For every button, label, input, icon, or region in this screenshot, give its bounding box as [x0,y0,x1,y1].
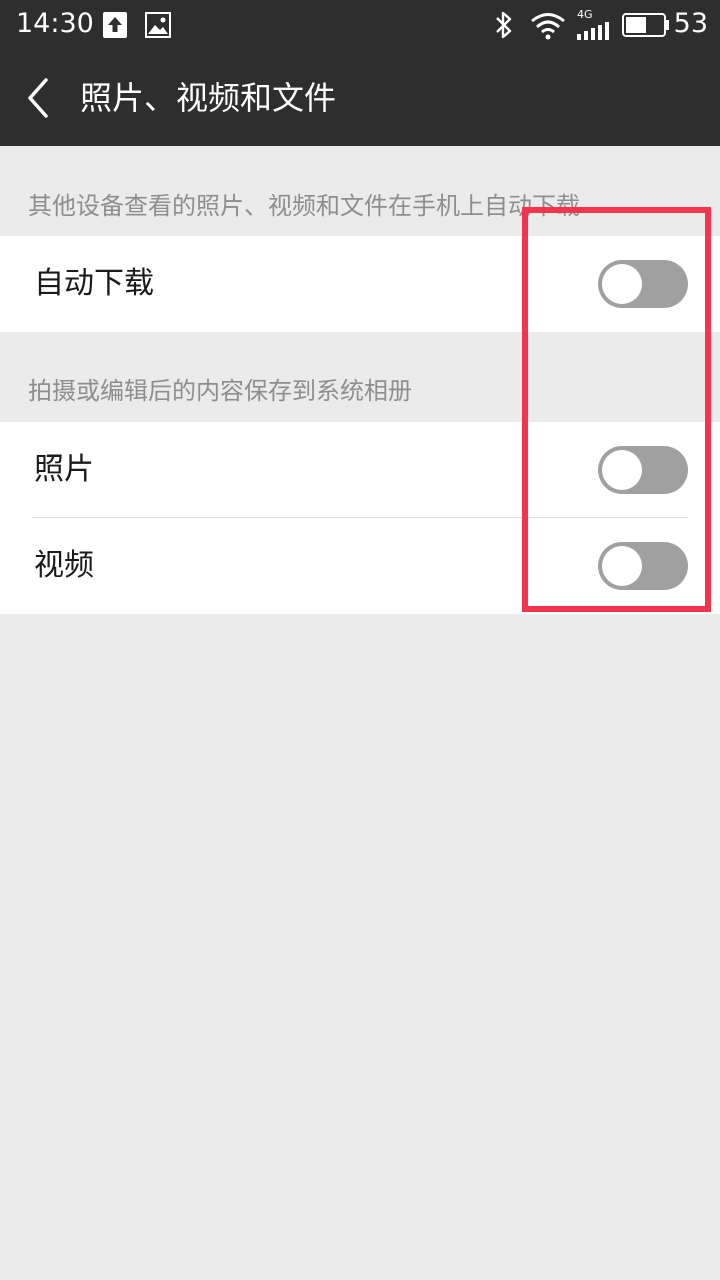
signal-icon [577,22,609,40]
chevron-left-icon [28,78,48,118]
videos-row[interactable]: 视频 [0,518,720,614]
auto-download-toggle[interactable] [598,260,688,308]
auto-download-row[interactable]: 自动下载 [0,236,720,332]
wifi-icon [531,13,565,40]
battery-level: 53 [673,8,708,39]
app-bar: 照片、视频和文件 [0,50,720,146]
network-type: 4G [577,8,593,21]
battery-icon [622,13,669,37]
toggle-knob [602,546,642,586]
upload-icon [103,12,127,38]
status-time: 14:30 [16,8,94,39]
photos-toggle[interactable] [598,446,688,494]
toggle-knob [602,450,642,490]
bluetooth-icon [496,11,512,39]
auto-download-group: 自动下载 [0,236,720,332]
status-bar: 14:30 4G 53 [0,0,720,50]
section-header-auto-download: 其他设备查看的照片、视频和文件在手机上自动下载 [28,192,580,220]
videos-label: 视频 [34,548,94,583]
photos-label: 照片 [34,452,94,487]
back-button[interactable] [18,72,62,124]
toggle-knob [602,264,642,304]
page-title: 照片、视频和文件 [80,79,337,117]
save-to-album-group: 照片 视频 [0,422,720,614]
image-icon [145,12,171,38]
photos-row[interactable]: 照片 [0,422,720,518]
auto-download-label: 自动下载 [34,266,154,301]
section-header-save-to-album: 拍摄或编辑后的内容保存到系统相册 [28,377,412,405]
videos-toggle[interactable] [598,542,688,590]
